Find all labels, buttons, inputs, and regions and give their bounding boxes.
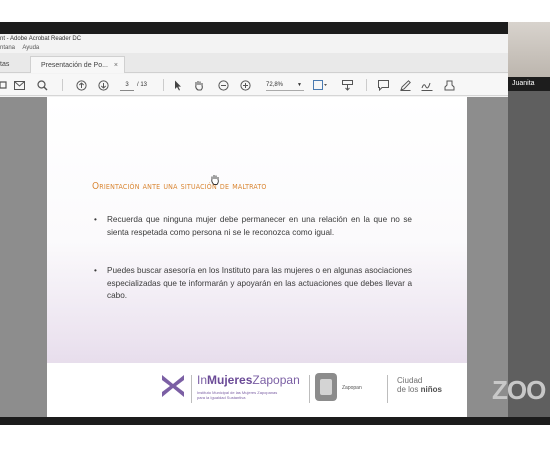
zoom-out-icon[interactable]: [216, 78, 230, 92]
tab-document-label: Presentación de Po...: [41, 62, 108, 69]
next-page-icon[interactable]: [96, 78, 110, 92]
footer-divider: [191, 375, 192, 403]
ciudad-prefix: de los: [397, 385, 421, 394]
slide-heading: Orientación ante una situación de maltra…: [92, 181, 267, 192]
menu-item-ayuda[interactable]: Ayuda: [22, 45, 39, 51]
slide-page: Orientación ante una situación de maltra…: [47, 97, 467, 417]
save-icon[interactable]: [0, 78, 8, 92]
bullet-item: Puedes buscar asesoría en los Instituto …: [92, 265, 412, 303]
bullet-list: Recuerda que ninguna mujer debe permanec…: [92, 214, 412, 239]
ciudad-label: Ciudad: [397, 376, 423, 385]
select-cursor-icon[interactable]: [172, 78, 184, 92]
mail-icon[interactable]: [12, 78, 26, 92]
toolbar-divider: [366, 79, 367, 91]
window-title: nt - Adobe Acrobat Reader DC: [0, 36, 82, 42]
close-icon[interactable]: ×: [114, 57, 118, 74]
acrobat-window: nt - Adobe Acrobat Reader DC ntana Ayuda…: [0, 34, 508, 417]
toolbar-divider: [62, 79, 63, 91]
participant-panel: [508, 34, 550, 417]
pen-icon[interactable]: [398, 78, 412, 92]
participant-name: Juanita: [508, 77, 550, 91]
menu-bar: ntana Ayuda: [0, 44, 508, 53]
tab-bar: tas Presentación de Po... ×: [0, 53, 508, 73]
menu-item-ventana[interactable]: ntana: [0, 45, 15, 51]
ciudad-ninos-label: de los niños: [397, 385, 442, 394]
top-bar: [0, 22, 550, 34]
screen: nt - Adobe Acrobat Reader DC ntana Ayuda…: [0, 0, 550, 450]
tab-document[interactable]: Presentación de Po... ×: [30, 56, 125, 73]
zapopan-seal-icon: [315, 373, 337, 401]
document-viewer[interactable]: Orientación ante una situación de maltra…: [0, 97, 508, 417]
toolbar: 3 / 13 72,8% ▼: [0, 74, 508, 96]
brand-bold: Mujeres: [207, 373, 253, 387]
brand-prefix: In: [197, 373, 208, 387]
hand-cursor-icon: [210, 174, 220, 188]
tab-herramientas[interactable]: tas: [0, 56, 30, 73]
fit-page-icon[interactable]: [312, 78, 328, 92]
sign-icon[interactable]: [420, 78, 434, 92]
page-total: / 13: [137, 82, 148, 88]
page-number-input[interactable]: 3: [120, 79, 134, 91]
bottom-bar: [0, 417, 550, 425]
search-icon[interactable]: [35, 78, 49, 92]
chevron-down-icon: ▼: [297, 82, 302, 88]
zapopan-label: Zapopan: [342, 385, 362, 391]
stamp-icon[interactable]: [442, 78, 456, 92]
inmujeres-logo-icon: [162, 375, 184, 397]
bullet-list: Puedes buscar asesoría en los Instituto …: [92, 265, 412, 303]
brand-subtitle: para la Igualdad Sustantiva: [197, 395, 246, 400]
brand-suffix: Zapopan: [252, 373, 300, 387]
footer-divider: [309, 375, 310, 403]
footer-divider: [387, 375, 388, 403]
zoom-level-value: 72,8%: [266, 82, 284, 88]
slide-footer: InMujeresZapopan Instituto Municipal de …: [47, 363, 467, 417]
scroll-mode-icon[interactable]: [340, 78, 354, 92]
toolbar-divider: [163, 79, 164, 91]
participant-video[interactable]: [508, 22, 550, 84]
zoom-watermark: ZOO: [492, 375, 546, 405]
ciudad-bold: niños: [420, 385, 442, 394]
bullet-item: Recuerda que ninguna mujer debe permanec…: [92, 214, 412, 239]
zoom-in-icon[interactable]: [238, 78, 252, 92]
comment-icon[interactable]: [376, 78, 390, 92]
inmujeres-brand: InMujeresZapopan: [197, 373, 300, 387]
prev-page-icon[interactable]: [74, 78, 88, 92]
zoom-level-select[interactable]: 72,8% ▼: [266, 79, 304, 91]
hand-icon[interactable]: [192, 78, 206, 92]
